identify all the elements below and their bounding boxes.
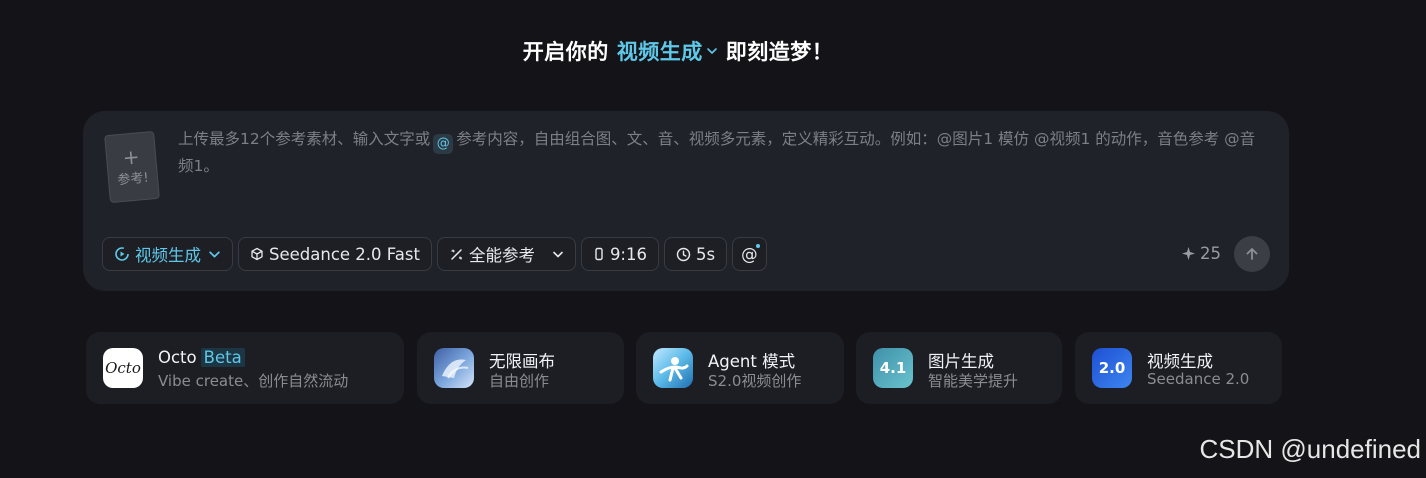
feature-title: 图片生成 [928, 352, 994, 371]
headline-suffix: 即刻造梦！ [725, 40, 834, 64]
aspect-ratio-button[interactable]: 9:16 [580, 237, 659, 271]
feature-card-video-generation[interactable]: 2.0 视频生成 Seedance 2.0 [1075, 332, 1282, 404]
mention-button[interactable]: @ [732, 237, 767, 271]
phone-ratio-icon [595, 247, 603, 261]
duration-button[interactable]: 5s [664, 237, 728, 271]
feature-subtitle: 智能美学提升 [928, 372, 1019, 390]
at-icon: @ [741, 244, 758, 264]
chevron-down-icon [706, 48, 717, 54]
feature-title: 无限画布 [489, 352, 555, 371]
image-model-icon: 4.1 [873, 348, 913, 388]
feature-subtitle: Seedance 2.0 [1147, 370, 1250, 388]
feature-card-image-generation[interactable]: 4.1 图片生成 智能美学提升 [856, 332, 1062, 404]
chevron-down-icon [209, 250, 220, 258]
chevron-down-icon [553, 251, 563, 257]
feature-card-octo[interactable]: Octo Octo Beta Vibe create、创作自然流动 [86, 332, 404, 404]
send-button[interactable] [1234, 236, 1270, 272]
model-selector[interactable]: Seedance 2.0 Fast [238, 237, 432, 271]
canvas-icon [434, 348, 474, 388]
notification-dot [755, 244, 760, 248]
headline-mode-label: 视频生成 [616, 40, 703, 64]
watermark: CSDN @undefined [1199, 434, 1421, 464]
agent-icon [653, 348, 693, 388]
feature-card-agent-mode[interactable]: Agent 模式 S2.0视频创作 [636, 332, 844, 404]
cube-icon [251, 247, 263, 261]
mode-dropdown[interactable]: 视频生成 [102, 237, 233, 271]
sparkle-icon [1182, 247, 1195, 260]
headline-prefix: 开启你的 [522, 40, 609, 64]
reference-mode-dropdown[interactable]: 全能参考 [436, 237, 576, 271]
reference-upload-button[interactable]: + 参考! [104, 130, 160, 204]
reference-upload-label: 参考! [116, 170, 150, 188]
video-generate-icon [115, 247, 129, 261]
model-selector-label: Seedance 2.0 Fast [269, 244, 420, 264]
prompt-card: + 参考! 上传最多12个参考素材、输入文字或 @ 参考内容，自由组合图、文、音、视… [83, 111, 1289, 291]
feature-title: 视频生成 [1147, 352, 1213, 371]
octo-logo-icon: Octo [103, 348, 143, 388]
magic-wand-icon [451, 248, 463, 260]
feature-card-infinite-canvas[interactable]: 无限画布 自由创作 [417, 332, 624, 404]
prompt-toolbar: 视频生成 Seedance 2.0 Fast 全能参考 9:16 5s @ [102, 236, 772, 272]
headline: 开启你的 视频生成 即刻造梦！ [0, 36, 1356, 66]
headline-mode-select[interactable]: 视频生成 [617, 36, 718, 66]
reference-mode-label: 全能参考 [468, 246, 535, 265]
credits-value: 25 [1200, 244, 1221, 263]
feature-subtitle: S2.0视频创作 [708, 372, 802, 390]
credits-indicator: 25 [1181, 244, 1221, 263]
prompt-placeholder-part1: 上传最多12个参考素材、输入文字或 [178, 130, 431, 148]
at-mention-chip: @ [433, 133, 454, 154]
clock-icon [676, 247, 691, 261]
duration-label: 5s [696, 244, 716, 264]
aspect-ratio-label: 9:16 [609, 244, 647, 264]
mode-dropdown-label: 视频生成 [135, 246, 201, 265]
feature-title-text: Octo [158, 348, 197, 367]
plus-icon: + [121, 143, 141, 170]
video-model-icon: 2.0 [1092, 348, 1132, 388]
feature-title: Agent 模式 [708, 352, 796, 371]
page: 开启你的 视频生成 即刻造梦！ + 参考! 上传最多12个参考素材、输入文字或 @… [0, 0, 1426, 478]
feature-title: Octo Beta [158, 348, 245, 367]
prompt-input[interactable]: 上传最多12个参考素材、输入文字或 @ 参考内容，自由组合图、文、音、视频多元素，定… [178, 127, 1268, 179]
feature-subtitle: 自由创作 [489, 372, 550, 390]
arrow-up-icon [1246, 248, 1258, 260]
beta-badge: Beta [200, 348, 245, 367]
feature-subtitle: Vibe create、创作自然流动 [158, 372, 349, 390]
